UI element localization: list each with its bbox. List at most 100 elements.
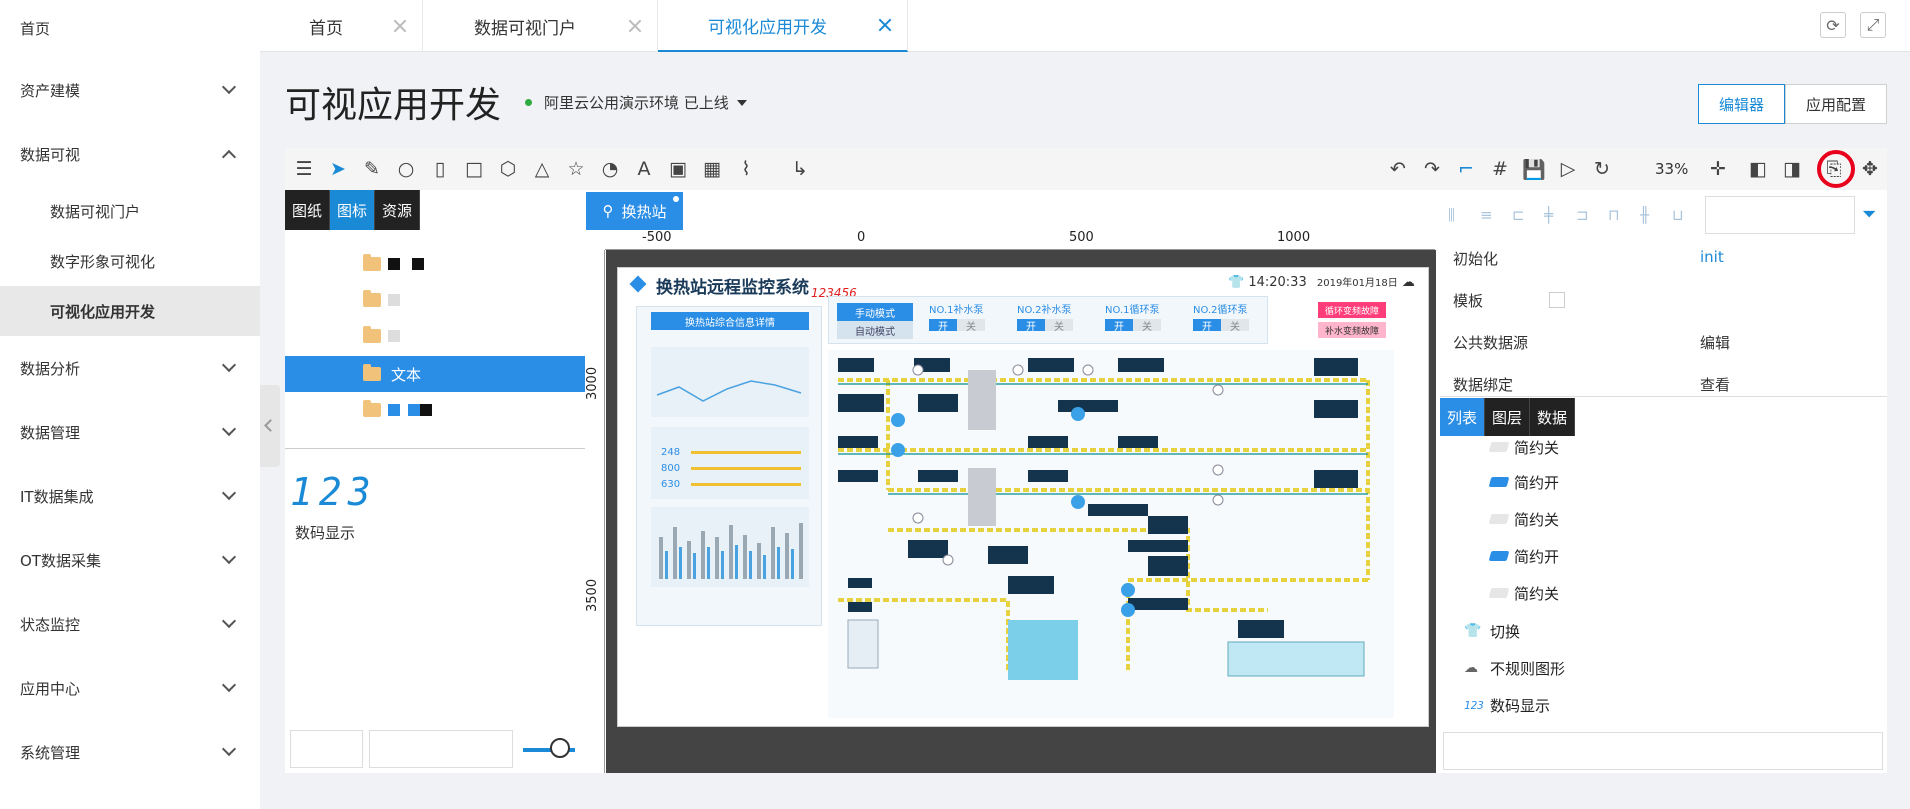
reload-icon[interactable]: ↻	[1589, 156, 1615, 182]
redo-icon[interactable]: ↷	[1419, 156, 1445, 182]
tab-icons[interactable]: 图标	[330, 190, 376, 230]
layer-item[interactable]: ☁ 不规则图形	[1464, 653, 1565, 683]
elbow-line-icon[interactable]: ↳	[787, 156, 813, 182]
hexagon-icon[interactable]: ⬡	[495, 156, 521, 182]
snap-icon[interactable]: ⌐	[1453, 156, 1479, 182]
prop-datasource-edit[interactable]: 编辑	[1700, 332, 1730, 353]
app-config-button[interactable]: 应用配置	[1785, 84, 1888, 124]
tree-folder[interactable]	[285, 246, 585, 282]
zoom-level[interactable]: 33%	[1655, 160, 1688, 178]
save-icon[interactable]: 💾	[1521, 156, 1547, 182]
sidebar-item-system-management[interactable]: 系统管理	[0, 720, 260, 784]
size-slider-handle[interactable]	[550, 738, 570, 758]
tree-folder[interactable]	[285, 282, 585, 318]
circle-icon[interactable]: ○	[393, 156, 419, 182]
tab-data[interactable]: 数据	[1530, 398, 1576, 436]
undo-icon[interactable]: ↶	[1385, 156, 1411, 182]
scada-preview[interactable]: 换热站远程监控系统 123456 👕 14:20:33 2019年01月18日 …	[617, 267, 1429, 727]
move-icon[interactable]: ✥	[1857, 156, 1883, 182]
prop-binding-view[interactable]: 查看	[1700, 374, 1730, 395]
tree-folder[interactable]	[285, 318, 585, 354]
digit-display-preview[interactable]: 123	[290, 470, 377, 514]
layer-item[interactable]: 简约关	[1488, 432, 1559, 462]
text-icon[interactable]: A	[631, 156, 657, 182]
sidebar-sub-item-app-dev[interactable]: 可视化应用开发	[0, 286, 260, 336]
connector-icon[interactable]: ⌇	[733, 156, 759, 182]
filter-icon[interactable]: ⏷	[1862, 204, 1882, 225]
close-icon[interactable]	[877, 17, 893, 33]
center-icon[interactable]: ✛	[1705, 156, 1731, 182]
tree-folder[interactable]	[285, 392, 585, 428]
grid-icon[interactable]: #	[1487, 156, 1513, 182]
ruler-label: 3500	[585, 578, 600, 612]
tree-folder-text[interactable]: 文本	[285, 356, 585, 392]
arc-icon[interactable]: ◔	[597, 156, 623, 182]
layer-item[interactable]: 123 数码显示	[1464, 690, 1550, 720]
editor-button[interactable]: 编辑器	[1698, 84, 1786, 124]
prop-init-key: 初始化	[1453, 250, 1499, 268]
pump-off: 关	[1045, 319, 1073, 333]
search-input[interactable]	[1705, 196, 1855, 234]
align-left-edge-icon[interactable]: ⫼	[1448, 206, 1466, 224]
tab-list[interactable]: 列表	[1440, 398, 1486, 436]
sidebar-item-data-visual[interactable]: 数据可视	[0, 122, 260, 186]
template-checkbox[interactable]	[1549, 292, 1565, 308]
align-right-icon[interactable]: ⊐	[1576, 206, 1594, 224]
play-icon[interactable]: ▷	[1555, 156, 1581, 182]
layer-item[interactable]: 简约开	[1488, 467, 1559, 497]
menu-icon[interactable]: ☰	[291, 156, 317, 182]
tab-home[interactable]: 首页	[260, 0, 423, 52]
align-left-icon[interactable]: ⊏	[1512, 206, 1530, 224]
sidebar-item-status-monitor[interactable]: 状态监控	[0, 592, 260, 656]
image-icon[interactable]: ▣	[665, 156, 691, 182]
sidebar-collapse-handle[interactable]	[260, 385, 280, 467]
layer-item[interactable]: 简约关	[1488, 578, 1559, 608]
sidebar-item-app-center[interactable]: 应用中心	[0, 656, 260, 720]
right-panel-toggle-icon[interactable]: ◨	[1779, 156, 1805, 182]
canvas-tab-heat-station[interactable]: ⚲ 换热站	[586, 192, 683, 230]
sidebar-item-it-integration[interactable]: IT数据集成	[0, 464, 260, 528]
star-icon[interactable]: ☆	[563, 156, 589, 182]
tab-label: 可视化应用开发	[708, 17, 827, 38]
distribute-horizontal-icon[interactable]: ≡	[1480, 206, 1498, 224]
close-icon[interactable]	[627, 18, 643, 34]
fullscreen-button[interactable]: ⤢	[1860, 12, 1886, 38]
env-selector[interactable]: 阿里云公用演示环境 已上线	[525, 92, 747, 113]
sidebar-item-asset-modeling[interactable]: 资产建模	[0, 58, 260, 122]
tab-layers[interactable]: 图层	[1485, 398, 1531, 436]
align-bottom-icon[interactable]: ⊔	[1672, 206, 1690, 224]
app-window: 首页 资产建模 数据可视 数据可视门户 数字形象可视化 可视化应用开发 数据分析…	[0, 0, 1910, 809]
sidebar-item-data-management[interactable]: 数据管理	[0, 400, 260, 464]
refresh-button[interactable]: ⟳	[1820, 12, 1846, 38]
triangle-icon[interactable]: △	[529, 156, 555, 182]
search-input[interactable]	[369, 730, 513, 768]
sidebar-item-home[interactable]: 首页	[0, 0, 260, 56]
align-top-icon[interactable]: ⊓	[1608, 206, 1626, 224]
tab-data-portal[interactable]: 数据可视门户	[423, 0, 658, 52]
tab-app-dev[interactable]: 可视化应用开发	[658, 0, 908, 52]
tab-resources[interactable]: 资源	[375, 190, 421, 230]
frame-icon[interactable]: ▦	[699, 156, 725, 182]
sidebar-item-data-analysis[interactable]: 数据分析	[0, 336, 260, 400]
layer-item[interactable]: 简约开	[1488, 541, 1559, 571]
pen-icon[interactable]: ✎	[359, 156, 385, 182]
left-panel-toggle-icon[interactable]: ◧	[1745, 156, 1771, 182]
close-icon[interactable]	[392, 18, 408, 34]
rect-icon[interactable]: □	[461, 156, 487, 182]
width-input[interactable]	[290, 730, 363, 768]
auto-mode: 自动模式	[837, 321, 913, 339]
sidebar-sub-item-digital-twin[interactable]: 数字形象可视化	[0, 236, 260, 286]
toggle-off-icon	[1488, 442, 1510, 452]
sidebar-sub-item-portal[interactable]: 数据可视门户	[0, 186, 260, 236]
tab-drawings[interactable]: 图纸	[285, 190, 331, 230]
pointer-icon[interactable]: ➤	[325, 156, 351, 182]
align-middle-icon[interactable]: ╫	[1640, 206, 1658, 224]
sidebar-item-ot-collection[interactable]: OT数据采集	[0, 528, 260, 592]
layer-item[interactable]: 简约关	[1488, 504, 1559, 534]
property-input[interactable]	[1443, 732, 1883, 770]
manual-mode: 手动模式	[837, 303, 913, 321]
layer-item[interactable]: 👕 切换	[1464, 616, 1520, 646]
align-center-icon[interactable]: ╪	[1544, 206, 1562, 224]
prop-init-value[interactable]: init	[1700, 248, 1724, 266]
rounded-rect-icon[interactable]: ▯	[427, 156, 453, 182]
